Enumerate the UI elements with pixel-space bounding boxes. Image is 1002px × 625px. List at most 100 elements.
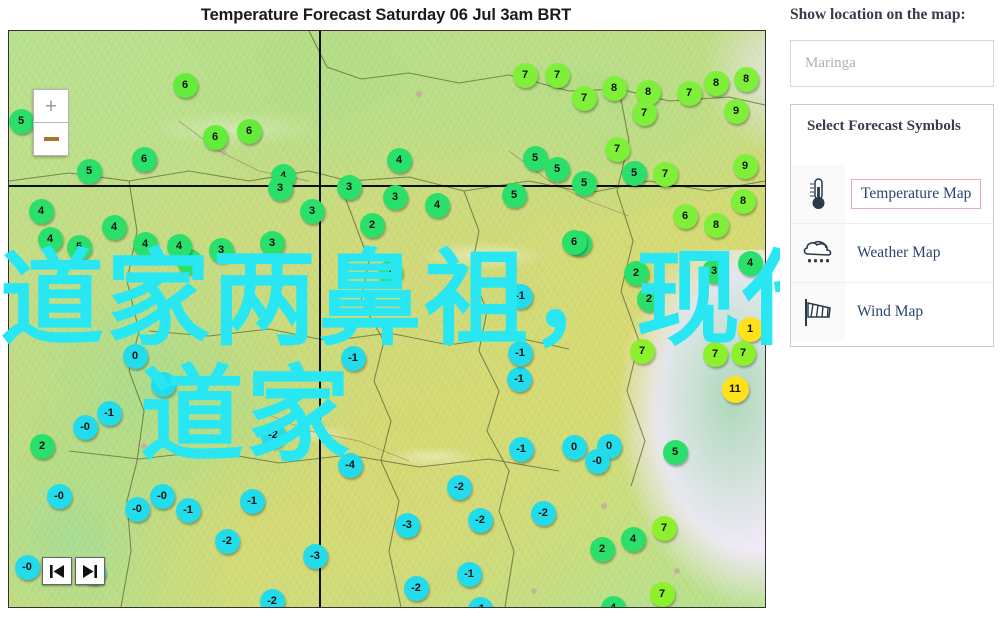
temperature-marker[interactable]: 8: [730, 188, 756, 214]
temperature-marker[interactable]: 3: [299, 198, 325, 224]
step-backward-button[interactable]: [42, 557, 72, 585]
temperature-marker[interactable]: -2: [467, 507, 493, 533]
temperature-marker[interactable]: -1: [96, 400, 122, 426]
step-forward-button[interactable]: [75, 557, 105, 585]
windsock-icon: [791, 283, 845, 341]
temperature-marker[interactable]: 0: [561, 434, 587, 460]
forecast-symbols-list: Temperature Map Weather Map Wind Map: [791, 165, 993, 341]
temperature-marker[interactable]: 2: [359, 212, 385, 238]
zoom-out-button[interactable]: [33, 123, 69, 156]
temperature-marker[interactable]: 7: [629, 338, 655, 364]
temperature-marker[interactable]: -3: [394, 512, 420, 538]
temperature-marker[interactable]: -1: [507, 340, 533, 366]
temperature-marker[interactable]: 6: [131, 146, 157, 172]
forecast-symbol-option-1[interactable]: Weather Map: [791, 224, 993, 283]
temperature-marker[interactable]: 6: [236, 118, 262, 144]
forecast-symbol-option-2[interactable]: Wind Map: [791, 283, 993, 341]
temperature-marker[interactable]: 7: [512, 62, 538, 88]
timestep-controls[interactable]: [42, 557, 105, 585]
temperature-marker[interactable]: 4: [101, 214, 127, 240]
temperature-marker[interactable]: -3: [302, 543, 328, 569]
temperature-marker[interactable]: 8: [703, 70, 729, 96]
zoom-controls[interactable]: +: [33, 89, 69, 156]
map-canvas[interactable]: 5445544666643334324243377788788799855555…: [8, 30, 766, 608]
temperature-marker[interactable]: 3: [259, 230, 285, 256]
temperature-marker[interactable]: -2: [403, 575, 429, 601]
temperature-marker[interactable]: 0: [122, 343, 148, 369]
temperature-marker[interactable]: 4: [424, 192, 450, 218]
temperature-marker[interactable]: 4: [132, 231, 158, 257]
temperature-marker[interactable]: -1: [507, 283, 533, 309]
temperature-marker[interactable]: 7: [604, 136, 630, 162]
temperature-marker[interactable]: 7: [544, 62, 570, 88]
temperature-marker[interactable]: 5: [571, 170, 597, 196]
temperature-marker[interactable]: 5: [76, 158, 102, 184]
temperature-marker[interactable]: 4: [37, 226, 63, 252]
temperature-marker[interactable]: 7: [702, 341, 728, 367]
temperature-marker[interactable]: 8: [601, 75, 627, 101]
temperature-marker[interactable]: -4: [337, 452, 363, 478]
temperature-marker[interactable]: -0: [72, 414, 98, 440]
temperature-marker[interactable]: -2: [530, 500, 556, 526]
temperature-marker[interactable]: 4: [620, 526, 646, 552]
temperature-marker[interactable]: 3: [382, 184, 408, 210]
temperature-marker[interactable]: -2: [259, 588, 285, 607]
temperature-marker[interactable]: 5: [522, 145, 548, 171]
temperature-marker[interactable]: -0: [46, 483, 72, 509]
temperature-marker[interactable]: 2: [623, 260, 649, 286]
temperature-marker[interactable]: 7: [676, 80, 702, 106]
temperature-marker[interactable]: 1: [377, 259, 403, 285]
temperature-marker[interactable]: 4: [28, 198, 54, 224]
temperature-marker[interactable]: 5: [9, 108, 34, 134]
temperature-marker[interactable]: 4: [737, 250, 763, 276]
temperature-marker[interactable]: 7: [571, 85, 597, 111]
temperature-marker[interactable]: 7: [651, 515, 677, 541]
temperature-marker[interactable]: 7: [631, 100, 657, 126]
temperature-marker[interactable]: -0: [149, 483, 175, 509]
temperature-marker[interactable]: 2: [636, 286, 662, 312]
temperature-marker[interactable]: -2: [214, 528, 240, 554]
temperature-marker[interactable]: 9: [723, 98, 749, 124]
temperature-marker[interactable]: 7: [730, 340, 756, 366]
temperature-marker[interactable]: 3: [336, 174, 362, 200]
temperature-marker[interactable]: 8: [703, 212, 729, 238]
temperature-marker[interactable]: 1: [737, 316, 763, 342]
temperature-marker[interactable]: -0: [124, 496, 150, 522]
temperature-marker[interactable]: -2: [446, 474, 472, 500]
temperature-marker[interactable]: 4: [386, 147, 412, 173]
temperature-marker[interactable]: -1: [456, 561, 482, 587]
temperature-marker[interactable]: 6: [202, 124, 228, 150]
temperature-marker[interactable]: 5: [662, 439, 688, 465]
temperature-marker[interactable]: 7: [649, 581, 675, 607]
temperature-marker[interactable]: -1: [239, 488, 265, 514]
temperature-marker[interactable]: 6: [172, 72, 198, 98]
temperature-marker[interactable]: 7: [652, 161, 678, 187]
temperature-marker[interactable]: 9: [732, 153, 758, 179]
temperature-marker[interactable]: 11: [721, 375, 749, 403]
sidebar-heading: Show location on the map:: [790, 6, 966, 23]
temperature-marker[interactable]: 2: [29, 433, 55, 459]
temperature-marker[interactable]: 5: [621, 160, 647, 186]
temperature-marker[interactable]: 5: [66, 234, 92, 260]
temperature-marker[interactable]: 3: [208, 237, 234, 263]
temperature-marker[interactable]: -0: [584, 448, 610, 474]
temperature-marker[interactable]: -1: [340, 345, 366, 371]
temperature-marker[interactable]: 8: [733, 66, 759, 92]
temperature-marker[interactable]: -2: [260, 422, 286, 448]
temperature-marker[interactable]: 4: [166, 233, 192, 259]
temperature-marker[interactable]: -0: [14, 554, 40, 580]
temperature-marker[interactable]: 6: [672, 203, 698, 229]
temperature-marker[interactable]: -1: [506, 366, 532, 392]
zoom-in-button[interactable]: +: [33, 89, 69, 123]
temperature-marker[interactable]: -0: [150, 371, 176, 397]
temperature-marker[interactable]: 3: [701, 258, 727, 284]
temperature-marker[interactable]: -1: [508, 436, 534, 462]
temperature-marker[interactable]: 3: [267, 175, 293, 201]
temperature-marker[interactable]: 6: [561, 229, 587, 255]
temperature-marker[interactable]: -1: [175, 497, 201, 523]
temperature-marker[interactable]: 5: [501, 182, 527, 208]
temperature-marker[interactable]: 2: [589, 536, 615, 562]
forecast-symbol-option-0[interactable]: Temperature Map: [791, 165, 993, 224]
location-search-input[interactable]: [790, 40, 994, 87]
temperature-marker[interactable]: 5: [544, 156, 570, 182]
